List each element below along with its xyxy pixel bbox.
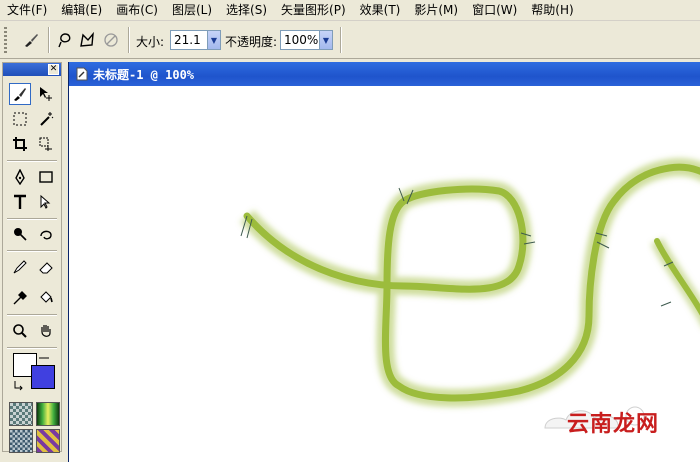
slice-icon [39,137,52,151]
subselect-arrow-icon [40,194,51,209]
texture-swatch[interactable] [9,402,33,426]
size-input[interactable]: 21.1 [170,30,208,50]
watermark: 云南龙网 [540,398,700,450]
marquee-icon [13,112,27,126]
crop-icon [13,137,27,151]
brush-tool-icon[interactable] [22,31,40,49]
eyedropper-tool[interactable] [9,287,31,309]
pointer-tool[interactable] [35,83,57,105]
pattern-swatch[interactable] [36,429,60,453]
tools-panel-header[interactable]: ✕ [3,63,61,76]
menu-canvas[interactable]: 画布(C) [109,0,165,20]
subselect-tool[interactable] [35,191,57,213]
swap-colors-icon[interactable] [13,379,25,391]
paint-bucket-tool[interactable] [35,287,57,309]
magnifier-icon [13,324,27,338]
document-icon [76,67,88,81]
hand-tool[interactable] [35,320,57,342]
menu-effects[interactable]: 效果(T) [353,0,408,20]
menu-movie[interactable]: 影片(M) [407,0,465,20]
pattern-swatch[interactable] [9,429,33,453]
brush-icon [14,88,26,101]
menu-select[interactable]: 选择(S) [219,0,274,20]
tools-panel: ✕ [2,62,62,453]
close-icon[interactable]: ✕ [48,64,59,75]
menu-window[interactable]: 窗口(W) [465,0,524,20]
document-title-bar[interactable]: 未标题-1 @ 100% [69,62,700,86]
rectangle-tool[interactable] [35,166,57,188]
pencil-icon [13,260,27,274]
menu-file[interactable]: 文件(F) [0,0,54,20]
menu-vector[interactable]: 矢量图形(P) [274,0,353,20]
color-options-icon[interactable] [37,353,51,363]
rectangle-icon [39,171,53,183]
paint-bucket-icon [40,291,53,303]
foreground-color-swatch[interactable] [31,365,55,389]
brush-tool[interactable] [9,83,31,105]
pen-icon [15,169,25,185]
smudge-tool[interactable] [35,223,57,245]
separator [7,160,57,162]
menu-bar: 文件(F) 编辑(E) 画布(C) 图层(L) 选择(S) 矢量图形(P) 效果… [0,0,700,21]
menu-edit[interactable]: 编辑(E) [54,0,109,20]
blur-tool[interactable] [9,223,31,245]
menu-layer[interactable]: 图层(L) [165,0,219,20]
text-tool[interactable] [9,191,31,213]
opacity-label: 不透明度: [225,35,278,49]
opacity-dropdown-button[interactable]: ▼ [319,30,333,50]
size-dropdown-button[interactable]: ▼ [207,30,221,50]
polygon-lasso-icon[interactable] [78,31,96,49]
toolbar-grip[interactable] [4,27,7,53]
separator [7,218,57,220]
text-icon [14,194,26,209]
options-bar: 大小: 21.1 ▼ 不透明度: 100% ▼ [0,21,700,59]
separator [7,250,57,252]
smudge-icon [40,230,52,240]
eyedropper-icon [13,291,27,305]
pointer-move-icon [40,87,52,101]
pen-tool[interactable] [9,166,31,188]
blur-drop-icon [14,228,27,241]
separator [7,314,57,316]
gradient-swatch[interactable] [36,402,60,426]
magic-wand-tool[interactable] [35,108,57,130]
eraser-icon [39,262,53,274]
separator [128,27,130,53]
freeform-lasso-icon[interactable] [56,31,74,49]
eraser-tool[interactable] [35,256,57,278]
crop-tool[interactable] [9,133,31,155]
disabled-brush-icon [104,33,118,47]
separator [7,347,57,349]
pencil-tool[interactable] [9,256,31,278]
hand-icon [41,325,51,337]
slice-tool[interactable] [35,133,57,155]
opacity-input[interactable]: 100% [280,30,320,50]
separator [48,27,50,53]
separator [340,27,342,53]
size-label: 大小: [136,35,165,49]
magic-wand-icon [40,112,54,126]
zoom-tool[interactable] [9,320,31,342]
menu-help[interactable]: 帮助(H) [524,0,580,20]
brush-stroke-glow [240,158,700,407]
watermark-text: 云南龙网 [567,412,660,437]
document-title: 未标题-1 @ 100% [93,67,195,82]
marquee-tool[interactable] [9,108,31,130]
